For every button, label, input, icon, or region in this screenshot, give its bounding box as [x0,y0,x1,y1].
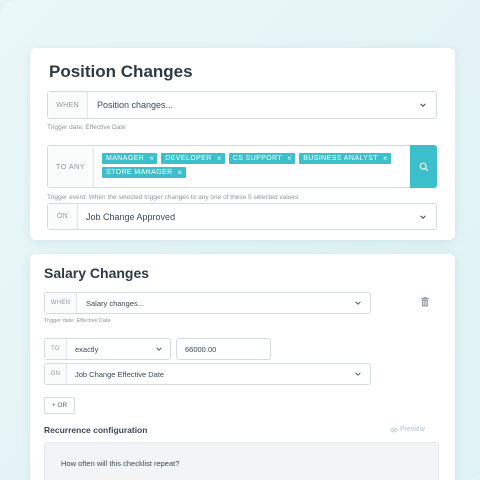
tag-label: CS SUPPORT [232,155,283,162]
close-icon[interactable]: × [217,154,222,163]
eye-icon [390,427,398,432]
salary-amount-input[interactable]: 66000.00 [176,338,271,360]
search-icon [419,162,428,171]
salary-when-value: Salary changes... [86,298,144,308]
search-button[interactable] [410,145,437,188]
position-changes-card: Position Changes WHEN Position changes..… [30,48,455,240]
tag-developer[interactable]: DEVELOPER × [161,153,225,164]
tag-manager[interactable]: MANAGER × [102,153,158,164]
position-when-select[interactable]: WHEN Position changes... [47,91,437,119]
preview-link[interactable]: Preview [390,426,425,433]
position-trigger-hint: Trigger date: Effective Date [47,124,126,131]
preview-label: Preview [400,426,425,433]
position-to-any-field[interactable]: TO ANY MANAGER × DEVELOPER × CS SUPPORT × B… [47,145,437,188]
close-icon[interactable]: × [178,168,183,177]
on-prefix: ON [48,204,78,229]
when-prefix: WHEN [45,293,77,313]
salary-on-value: Job Change Effective Date [75,369,165,379]
chevron-down-icon [418,100,428,110]
position-changes-title: Position Changes [49,62,193,81]
tag-business-analyst[interactable]: BUSINESS ANALYST × [299,153,392,164]
tag-label: STORE MANAGER [106,169,173,176]
position-on-select[interactable]: ON Job Change Approved [47,203,437,230]
close-icon[interactable]: × [287,154,292,163]
on-prefix: ON [45,364,67,384]
position-event-hint: Trigger event: When the selected trigger… [47,194,299,201]
chevron-down-icon [418,212,428,222]
tag-store-manager[interactable]: STORE MANAGER × [102,167,186,178]
to-any-prefix: TO ANY [48,146,94,187]
recurrence-box: How often will this checklist repeat? [44,442,439,480]
salary-to-select[interactable]: TO exactly [44,338,171,360]
when-prefix: WHEN [48,92,88,118]
tag-cs-support[interactable]: CS SUPPORT × [228,153,296,164]
tag-list: MANAGER × DEVELOPER × CS SUPPORT × BUSINESS… [94,146,410,187]
salary-to-value: exactly [75,344,99,354]
trash-icon[interactable] [419,296,431,308]
recurrence-label: Recurrence configuration [44,425,148,435]
position-when-value: Position changes... [97,100,174,110]
salary-changes-title: Salary Changes [44,265,150,281]
tag-label: DEVELOPER [165,155,212,162]
tag-label: MANAGER [106,155,145,162]
close-icon[interactable]: × [383,154,388,163]
tag-label: BUSINESS ANALYST [303,155,378,162]
position-on-value: Job Change Approved [86,211,176,222]
app-frame: Position Changes WHEN Position changes..… [0,0,480,480]
salary-changes-card: Salary Changes WHEN Salary changes... Tr… [30,254,455,480]
salary-when-select[interactable]: WHEN Salary changes... [44,292,371,314]
chevron-down-icon [353,369,363,379]
add-or-button[interactable]: + OR [44,397,75,414]
recurrence-question: How often will this checklist repeat? [61,459,180,468]
salary-on-select[interactable]: ON Job Change Effective Date [44,363,371,385]
chevron-down-icon [353,298,363,308]
salary-trigger-hint: Trigger date: Effective Date [44,318,111,324]
close-icon[interactable]: × [149,154,154,163]
to-prefix: TO [45,339,67,359]
chevron-down-icon [154,344,164,354]
